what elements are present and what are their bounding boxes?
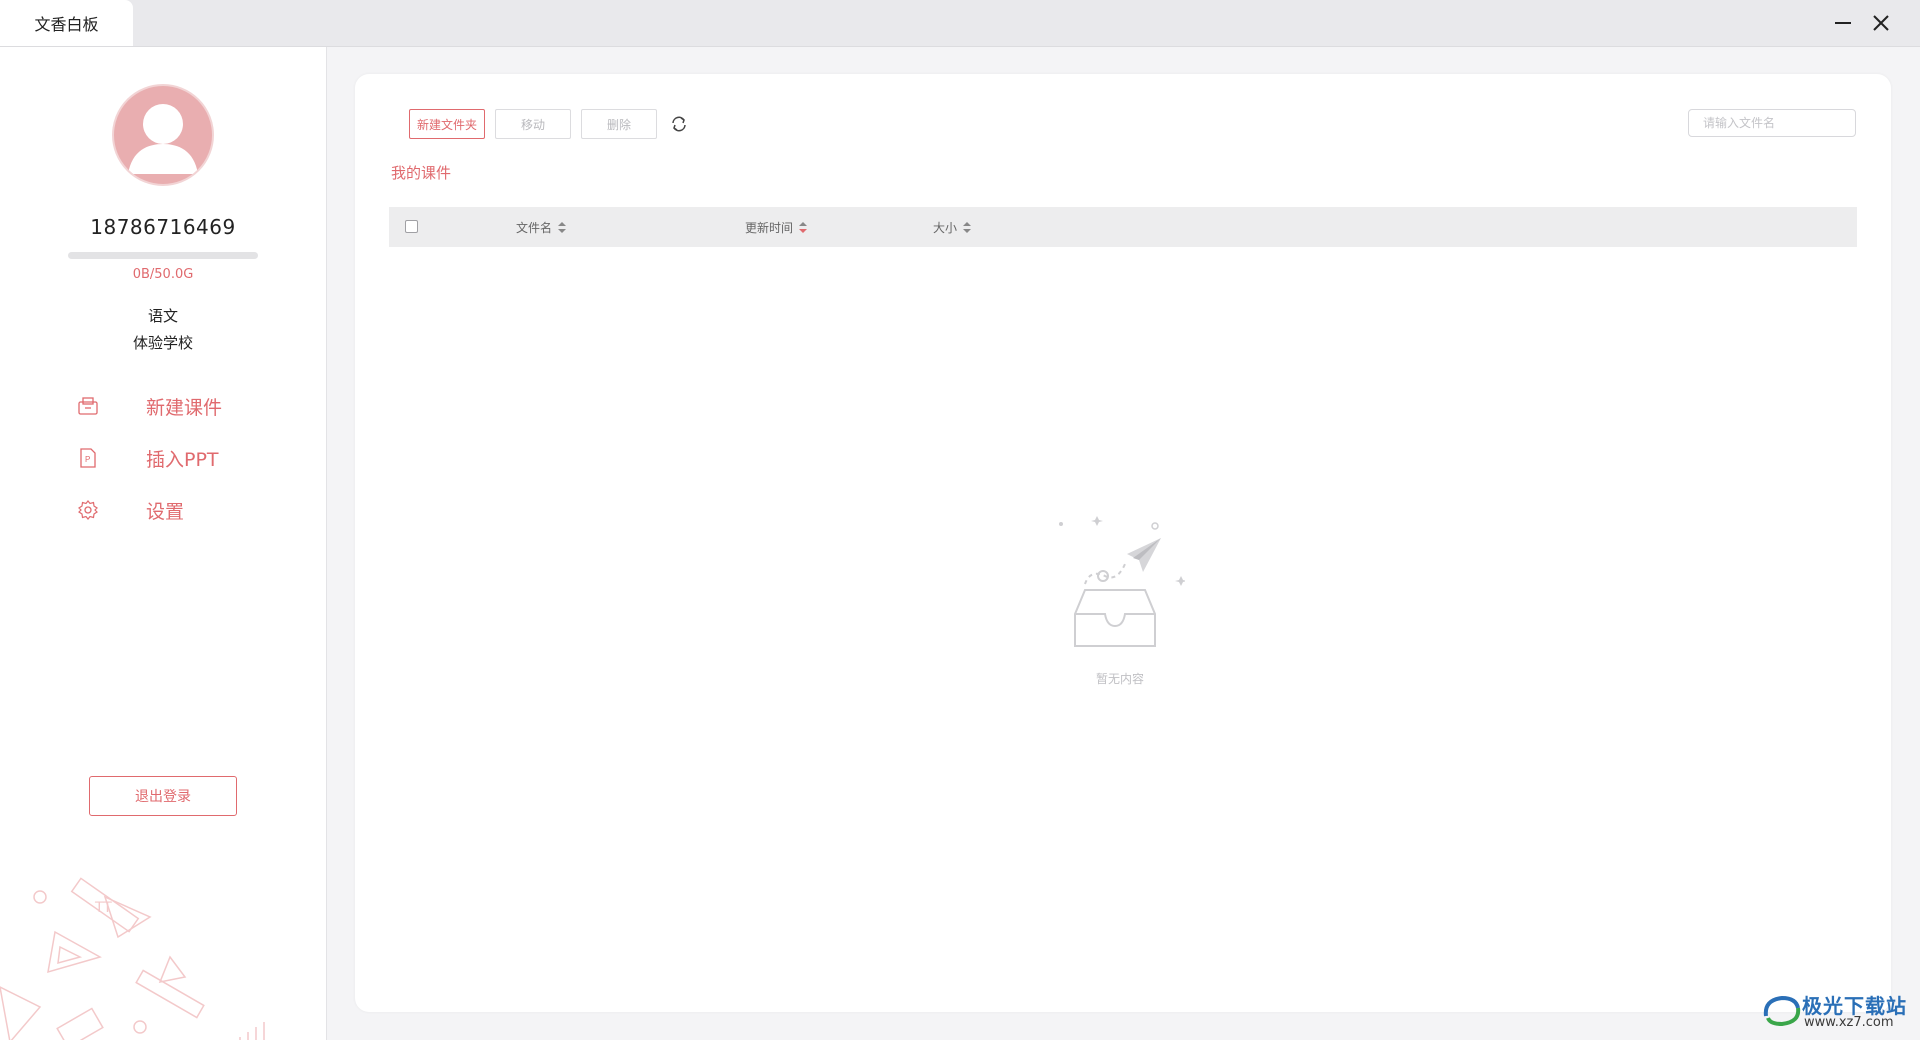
column-filename[interactable]: 文件名: [516, 207, 567, 247]
column-filename-label: 文件名: [516, 220, 553, 235]
refresh-button[interactable]: [667, 112, 691, 136]
new-folder-button[interactable]: 新建文件夹: [409, 109, 485, 139]
close-icon: [1873, 15, 1889, 31]
refresh-icon: [672, 116, 686, 132]
app-tab[interactable]: 文香白板: [0, 0, 133, 46]
empty-state: 暂无内容: [1055, 514, 1189, 687]
close-button[interactable]: [1864, 6, 1898, 40]
watermark-logo: 极光下载站 www.xz7.com: [1760, 986, 1920, 1036]
column-update-time[interactable]: 更新时间: [745, 207, 808, 247]
watermark-url: www.xz7.com: [1804, 1015, 1894, 1030]
ppt-file-icon: P: [76, 446, 100, 470]
user-school: 体验学校: [132, 334, 193, 352]
watermark-swirl-icon: [1763, 995, 1801, 1027]
menu-settings[interactable]: 设置: [76, 490, 276, 530]
empty-inbox-icon: [1059, 516, 1189, 647]
select-all-checkbox[interactable]: [405, 220, 418, 233]
app-title: 文香白板: [34, 15, 99, 34]
column-size-label: 大小: [933, 220, 958, 235]
gear-icon: [76, 498, 100, 522]
breadcrumb[interactable]: 我的课件: [391, 162, 451, 183]
move-button[interactable]: 移动: [495, 109, 571, 139]
table-header: 文件名 更新时间 大小: [389, 207, 1857, 247]
menu-new-courseware[interactable]: 新建课件: [76, 386, 276, 426]
menu-insert-ppt[interactable]: P 插入PPT: [76, 438, 276, 478]
menu-settings-label: 设置: [146, 500, 185, 523]
svg-text:TT: TT: [94, 900, 112, 916]
stationery-decoration: TT TT: [0, 877, 265, 1040]
courseware-panel: 新建文件夹 移动 删除 我的课件 文件名 更新时间 大小: [355, 74, 1891, 1012]
title-bar: 文香白板: [0, 0, 1920, 47]
column-size[interactable]: 大小: [933, 207, 972, 247]
storage-progress: [68, 252, 258, 259]
menu-insert-ppt-label: 插入PPT: [146, 448, 219, 471]
minimize-icon: [1835, 22, 1851, 24]
new-courseware-icon: [76, 394, 100, 418]
column-update-time-label: 更新时间: [745, 220, 794, 235]
sidebar: 18786716469 0B/50.0G 语文 体验学校 新建课件 P 插入PP…: [0, 47, 327, 1040]
sort-icon: [963, 221, 972, 233]
minimize-button[interactable]: [1826, 6, 1860, 40]
logout-button[interactable]: 退出登录: [89, 776, 237, 816]
user-subject: 语文: [147, 307, 178, 325]
filename-search-input[interactable]: [1688, 109, 1856, 137]
sort-icon: [558, 221, 567, 233]
delete-button[interactable]: 删除: [581, 109, 657, 139]
menu-new-courseware-label: 新建课件: [146, 396, 223, 419]
empty-state-text: 暂无内容: [1095, 672, 1144, 686]
sort-icon: [799, 221, 808, 233]
user-avatar-icon: [128, 104, 198, 174]
avatar[interactable]: [112, 84, 214, 186]
user-phone: 18786716469: [90, 215, 236, 239]
svg-text:P: P: [85, 455, 90, 464]
storage-text: 0B/50.0G: [132, 267, 194, 282]
